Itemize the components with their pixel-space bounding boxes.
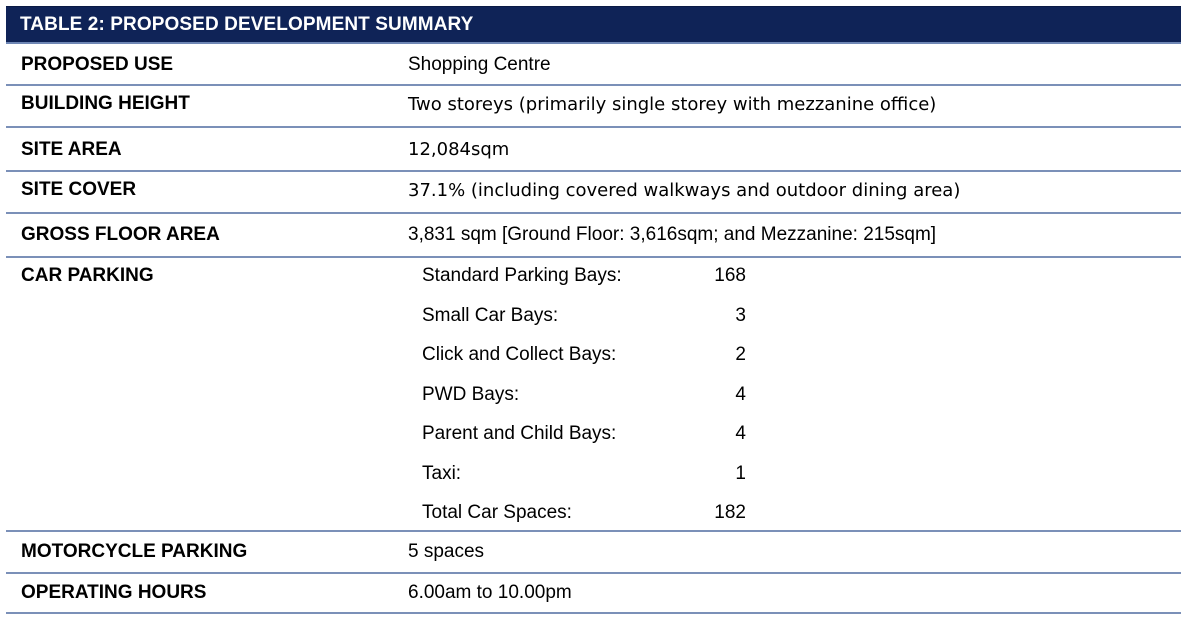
- row-label: GROSS FLOOR AREA: [21, 224, 220, 245]
- parking-item-pwd: PWD Bays: 4: [422, 384, 1181, 424]
- row-value: 37.1% (including covered walkways and ou…: [408, 180, 961, 201]
- row-value: 12,084sqm: [408, 139, 510, 160]
- parking-item-count: 3: [735, 304, 746, 326]
- row-label: SITE AREA: [21, 139, 122, 160]
- parking-item-parent-child: Parent and Child Bays: 4: [422, 423, 1181, 463]
- table-row-car-parking: CAR PARKING Standard Parking Bays: 168 S…: [6, 258, 1181, 532]
- parking-item-count: 1: [735, 462, 746, 484]
- row-value: 3,831 sqm [Ground Floor: 3,616sqm; and M…: [408, 224, 937, 245]
- parking-item-count: 2: [735, 344, 746, 365]
- parking-item-count: 168: [714, 265, 746, 286]
- parking-item-click-collect: Click and Collect Bays: 2: [422, 344, 1181, 384]
- row-label: PROPOSED USE: [21, 54, 174, 75]
- row-label: MOTORCYCLE PARKING: [21, 541, 248, 562]
- table-row-site-cover: SITE COVER 37.1% (including covered walk…: [6, 172, 1181, 214]
- development-summary-table: TABLE 2: PROPOSED DEVELOPMENT SUMMARY PR…: [6, 6, 1181, 614]
- car-parking-breakdown: Standard Parking Bays: 168 Small Car Bay…: [408, 258, 1181, 530]
- row-label: CAR PARKING: [21, 265, 154, 286]
- table-row-operating-hours: OPERATING HOURS 6.00am to 10.00pm: [6, 574, 1181, 614]
- parking-item-label: Small Car Bays:: [422, 304, 559, 326]
- table-title: TABLE 2: PROPOSED DEVELOPMENT SUMMARY: [20, 13, 474, 35]
- document-page: TABLE 2: PROPOSED DEVELOPMENT SUMMARY PR…: [0, 0, 1187, 633]
- table-title-bar: TABLE 2: PROPOSED DEVELOPMENT SUMMARY: [6, 6, 1181, 44]
- row-value: 5 spaces: [408, 541, 485, 562]
- table-row-motorcycle-parking: MOTORCYCLE PARKING 5 spaces: [6, 532, 1181, 574]
- table-row-site-area: SITE AREA 12,084sqm: [6, 128, 1181, 172]
- row-label: SITE COVER: [21, 179, 137, 200]
- row-value: 6.00am to 10.00pm: [408, 582, 572, 603]
- parking-item-small-car: Small Car Bays: 3: [422, 305, 1181, 345]
- table-row-proposed-use: PROPOSED USE Shopping Centre: [6, 44, 1181, 86]
- parking-list: Standard Parking Bays: 168 Small Car Bay…: [408, 258, 1181, 542]
- parking-item-label: Parent and Child Bays:: [422, 423, 617, 444]
- table-row-building-height: BUILDING HEIGHT Two storeys (primarily s…: [6, 86, 1181, 128]
- parking-item-label: Click and Collect Bays:: [422, 344, 617, 365]
- parking-item-taxi: Taxi: 1: [422, 463, 1181, 503]
- row-label: OPERATING HOURS: [21, 582, 207, 603]
- parking-item-standard: Standard Parking Bays: 168: [422, 265, 1181, 305]
- parking-item-label: Standard Parking Bays:: [422, 265, 622, 286]
- row-value: Shopping Centre: [408, 54, 551, 75]
- parking-item-label: Taxi:: [422, 462, 462, 484]
- row-value: Two storeys (primarily single storey wit…: [408, 94, 937, 115]
- row-label: BUILDING HEIGHT: [21, 93, 190, 114]
- parking-item-label: PWD Bays:: [422, 383, 520, 405]
- parking-item-count: 4: [735, 383, 746, 405]
- parking-item-count: 4: [735, 423, 746, 444]
- table-row-gross-floor-area: GROSS FLOOR AREA 3,831 sqm [Ground Floor…: [6, 214, 1181, 258]
